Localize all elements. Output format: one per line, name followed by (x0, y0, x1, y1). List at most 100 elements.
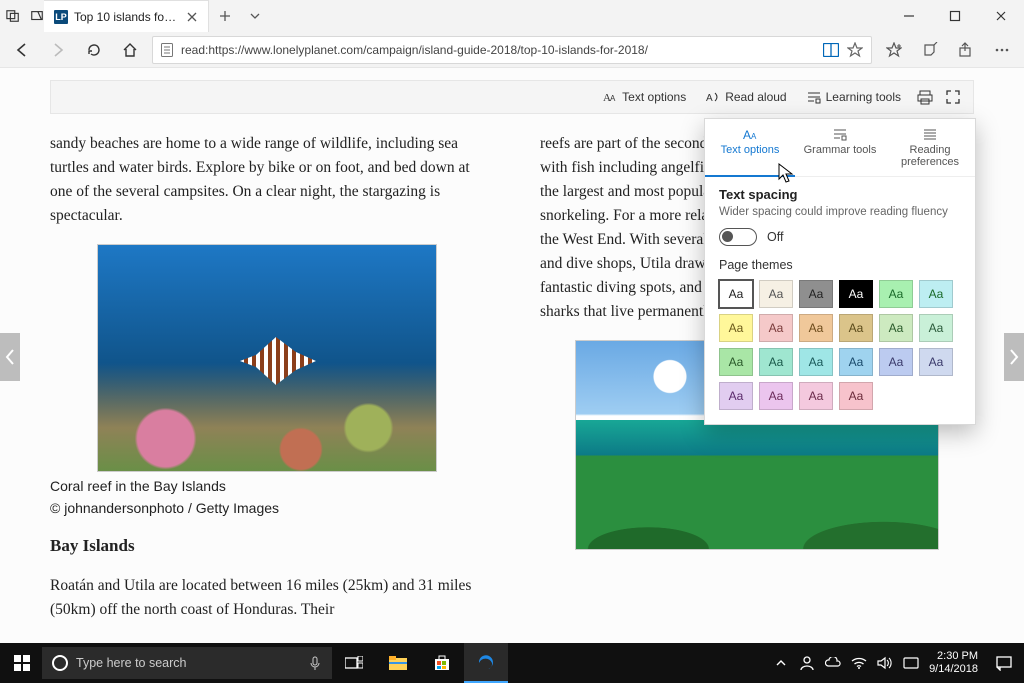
url-text: read:https://www.lonelyplanet.com/campai… (181, 43, 815, 57)
article-heading: Bay Islands (50, 533, 484, 559)
theme-grid: AaAaAaAaAaAaAaAaAaAaAaAaAaAaAaAaAaAaAaAa… (719, 280, 961, 410)
people-icon[interactable] (799, 655, 815, 671)
read-aloud-button[interactable]: A Read aloud (698, 86, 794, 108)
close-window-button[interactable] (978, 0, 1024, 32)
fullscreen-button[interactable] (941, 85, 965, 109)
taskbar-search[interactable]: Type here to search (42, 647, 332, 679)
sys-timeline-icon[interactable] (30, 9, 44, 23)
forward-button[interactable] (44, 36, 72, 64)
print-icon (917, 89, 933, 105)
start-button[interactable] (0, 655, 44, 671)
tray-chevron-icon[interactable] (773, 655, 789, 671)
flyout-tab-text-options[interactable]: AA Text options (705, 119, 795, 177)
theme-swatch[interactable]: Aa (759, 280, 793, 308)
reading-view-icon[interactable] (823, 42, 839, 58)
text-options-icon: AA (742, 127, 758, 141)
reading-toolbar: AA Text options A Read aloud Learning to… (50, 80, 974, 114)
search-placeholder: Type here to search (76, 656, 186, 670)
favorites-icon[interactable] (880, 36, 908, 64)
theme-swatch[interactable]: Aa (799, 280, 833, 308)
print-button[interactable] (913, 85, 937, 109)
theme-swatch[interactable]: Aa (919, 348, 953, 376)
theme-swatch[interactable]: Aa (879, 314, 913, 342)
browser-toolbar: read:https://www.lonelyplanet.com/campai… (0, 32, 1024, 68)
store-button[interactable] (420, 643, 464, 683)
theme-swatch[interactable]: Aa (879, 280, 913, 308)
article-paragraph: Roatán and Utila are located between 16 … (50, 574, 484, 622)
window-controls (886, 0, 1024, 32)
taskbar-clock[interactable]: 2:30 PM 9/14/2018 (929, 650, 984, 675)
grammar-tools-icon (832, 127, 848, 141)
back-button[interactable] (8, 36, 36, 64)
favorite-star-icon[interactable] (847, 42, 863, 58)
theme-swatch[interactable]: Aa (719, 314, 753, 342)
mic-icon[interactable] (308, 656, 322, 670)
input-icon[interactable] (903, 655, 919, 671)
svg-text:A: A (610, 94, 616, 103)
figure-caption: Coral reef in the Bay Islands (50, 478, 226, 494)
text-spacing-subtitle: Wider spacing could improve reading flue… (719, 206, 961, 218)
theme-swatch[interactable]: Aa (799, 348, 833, 376)
theme-swatch[interactable]: Aa (799, 382, 833, 410)
text-options-icon: AA (603, 90, 617, 104)
page-themes-title: Page themes (719, 258, 961, 272)
more-icon[interactable] (988, 36, 1016, 64)
volume-icon[interactable] (877, 655, 893, 671)
read-aloud-icon: A (706, 90, 720, 104)
article-figure-1: Coral reef in the Bay Islands © johnande… (50, 244, 484, 519)
share-icon[interactable] (952, 36, 980, 64)
task-view-button[interactable] (332, 643, 376, 683)
theme-swatch[interactable]: Aa (919, 280, 953, 308)
maximize-button[interactable] (932, 0, 978, 32)
theme-swatch[interactable]: Aa (719, 382, 753, 410)
svg-text:A: A (706, 93, 713, 104)
address-bar[interactable]: read:https://www.lonelyplanet.com/campai… (152, 36, 872, 64)
close-icon[interactable] (186, 11, 198, 23)
svg-text:A: A (751, 132, 757, 141)
wifi-icon[interactable] (851, 655, 867, 671)
edge-button[interactable] (464, 643, 508, 683)
text-spacing-title: Text spacing (719, 187, 961, 202)
onedrive-icon[interactable] (825, 655, 841, 671)
reading-mode-lock-icon (161, 43, 173, 57)
fullscreen-icon (945, 89, 961, 105)
system-tray (763, 655, 929, 671)
text-options-button[interactable]: AA Text options (595, 86, 694, 108)
reading-view: AA Text options A Read aloud Learning to… (0, 68, 1024, 643)
figure-credit: © johnandersonphoto / Getty Images (50, 498, 484, 520)
theme-swatch[interactable]: Aa (759, 314, 793, 342)
minimize-button[interactable] (886, 0, 932, 32)
theme-swatch[interactable]: Aa (719, 348, 753, 376)
page-next-button[interactable] (1004, 333, 1024, 381)
cortana-icon (52, 655, 68, 671)
file-explorer-button[interactable] (376, 643, 420, 683)
text-spacing-toggle[interactable] (719, 228, 757, 246)
browser-tab-active[interactable]: LP Top 10 islands for 2018 (44, 0, 209, 32)
learning-tools-button[interactable]: Learning tools (799, 86, 909, 108)
home-button[interactable] (116, 36, 144, 64)
tab-favicon: LP (54, 10, 68, 24)
page-prev-button[interactable] (0, 333, 20, 381)
theme-swatch[interactable]: Aa (839, 280, 873, 308)
theme-swatch[interactable]: Aa (759, 382, 793, 410)
refresh-button[interactable] (80, 36, 108, 64)
tab-dropdown-button[interactable] (241, 0, 269, 32)
theme-swatch[interactable]: Aa (839, 348, 873, 376)
toggle-state-label: Off (767, 230, 783, 244)
flyout-tab-reading-prefs[interactable]: Reading preferences (885, 119, 975, 176)
article-paragraph: sandy beaches are home to a wide range o… (50, 132, 484, 228)
theme-swatch[interactable]: Aa (879, 348, 913, 376)
tab-title: Top 10 islands for 2018 (74, 10, 180, 24)
theme-swatch[interactable]: Aa (839, 314, 873, 342)
new-tab-button[interactable] (209, 0, 241, 32)
flyout-tab-grammar-tools[interactable]: Grammar tools (795, 119, 885, 176)
notes-icon[interactable] (916, 36, 944, 64)
theme-swatch[interactable]: Aa (719, 280, 753, 308)
theme-swatch[interactable]: Aa (759, 348, 793, 376)
action-center-button[interactable] (984, 655, 1024, 671)
theme-swatch[interactable]: Aa (799, 314, 833, 342)
sys-tabs-icon[interactable] (6, 9, 20, 23)
svg-text:A: A (743, 128, 751, 141)
theme-swatch[interactable]: Aa (839, 382, 873, 410)
theme-swatch[interactable]: Aa (919, 314, 953, 342)
